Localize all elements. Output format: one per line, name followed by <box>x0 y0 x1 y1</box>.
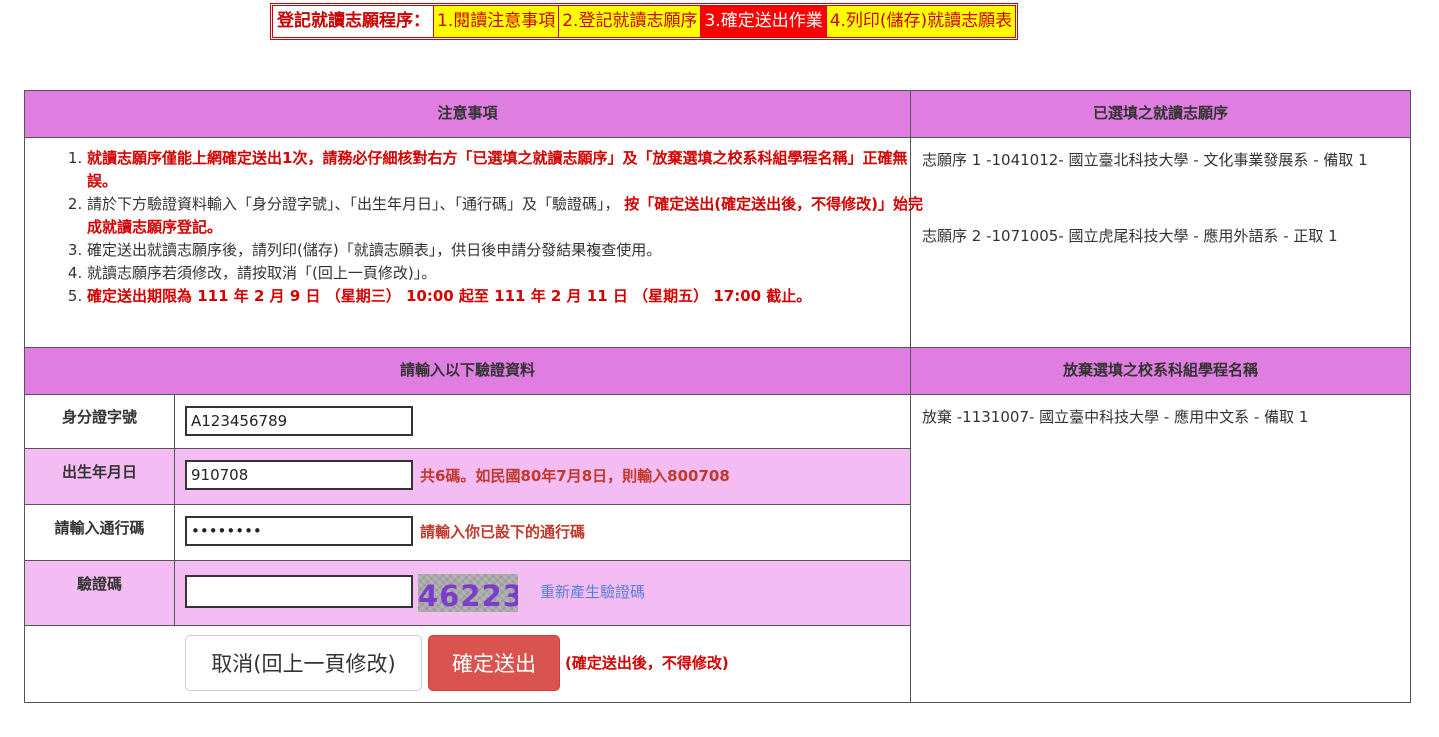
abandon-header: 放棄選填之校系科組學程名稱 <box>911 347 1410 395</box>
birth-label: 出生年月日 <box>25 449 175 504</box>
step-4-print-form: 4.列印(儲存)就讀志願表 <box>825 6 1016 37</box>
note-item: 確定送出就讀志願序後，請列印(儲存)「就讀志願表」，供日後申請分發結果複查使用。 <box>87 239 927 262</box>
confirm-submit-button[interactable]: 確定送出 <box>428 635 560 691</box>
chosen-header: 已選填之就讀志願序 <box>911 91 1410 138</box>
note-text: 就讀志願序僅能上網確定送出1次，請務必仔細核對右方「已選填之就讀志願序」及「放棄… <box>87 149 908 190</box>
abandon-item: 放棄 -1131007- 國立臺中科技大學 - 應用中文系 - 備取 1 <box>922 408 1309 426</box>
step-3-confirm-submit: 3.確定送出作業 <box>700 6 826 37</box>
cancel-button[interactable]: 取消(回上一頁修改) <box>185 635 422 691</box>
id-label: 身分證字號 <box>25 394 175 448</box>
verify-header: 請輸入以下驗證資料 <box>25 347 910 395</box>
captcha-image: 46223 <box>418 574 518 612</box>
id-number-input[interactable] <box>185 406 413 436</box>
note-item: 就讀志願序僅能上網確定送出1次，請務必仔細核對右方「已選填之就讀志願序」及「放棄… <box>87 147 927 193</box>
captcha-row: 驗證碼 46223 重新產生驗證碼 <box>25 561 910 626</box>
notes-header: 注意事項 <box>25 91 910 138</box>
confirm-warning-note: (確定送出後，不得修改) <box>565 654 729 672</box>
pass-label: 請輸入通行碼 <box>25 505 175 560</box>
note-item: 請於下方驗證資料輸入「身分證字號」、「出生年月日」、「通行碼」及「驗證碼」， 按… <box>87 193 927 239</box>
step-1-read-notes: 1.閱讀注意事項 <box>433 6 559 37</box>
regenerate-captcha-link[interactable]: 重新產生驗證碼 <box>540 581 645 602</box>
note-text: 確定送出就讀志願序後，請列印(儲存)「就讀志願表」，供日後申請分發結果複查使用。 <box>87 241 662 259</box>
id-row: 身分證字號 <box>25 394 910 449</box>
note-text-deadline: 確定送出期限為 111 年 2 月 9 日 （星期三） 10:00 起至 111… <box>87 287 812 305</box>
pass-code-input[interactable] <box>185 516 413 546</box>
note-item: 就讀志願序若須修改，請按取消「(回上一頁修改)」。 <box>87 262 927 285</box>
note-item: 確定送出期限為 111 年 2 月 9 日 （星期三） 10:00 起至 111… <box>87 285 927 308</box>
notes-list: 就讀志願序僅能上網確定送出1次，請務必仔細核對右方「已選填之就讀志願序」及「放棄… <box>65 147 927 308</box>
procedure-title: 登記就讀志願程序： <box>273 6 433 37</box>
main-table: 注意事項 已選填之就讀志願序 就讀志願序僅能上網確定送出1次，請務必仔細核對右方… <box>24 90 1411 703</box>
note-text: 請於下方驗證資料輸入「身分證字號」、「出生年月日」、「通行碼」及「驗證碼」， <box>87 195 620 213</box>
pass-hint: 請輸入你已設下的通行碼 <box>420 523 586 541</box>
chosen-item: 志願序 2 -1071005- 國立虎尾科技大學 - 應用外語系 - 正取 1 <box>922 227 1338 245</box>
captcha-input[interactable] <box>185 575 413 608</box>
procedure-steps: 登記就讀志願程序： 1.閱讀注意事項 2.登記就讀志願序 3.確定送出作業 4.… <box>270 3 1019 40</box>
chosen-item: 志願序 1 -1041012- 國立臺北科技大學 - 文化事業發展系 - 備取 … <box>922 151 1368 169</box>
captcha-label: 驗證碼 <box>25 561 175 625</box>
note-text: 就讀志願序若須修改，請按取消「(回上一頁修改)」。 <box>87 264 437 282</box>
birth-date-input[interactable] <box>185 460 413 490</box>
procedure-steps-inner: 登記就讀志願程序： 1.閱讀注意事項 2.登記就讀志願序 3.確定送出作業 4.… <box>272 5 1017 38</box>
birth-row: 出生年月日 共6碼。如民國80年7月8日，則輸入800708 <box>25 449 910 505</box>
pass-row: 請輸入通行碼 請輸入你已設下的通行碼 <box>25 505 910 561</box>
birth-hint: 共6碼。如民國80年7月8日，則輸入800708 <box>420 467 730 485</box>
step-2-register-order: 2.登記就讀志願序 <box>558 6 701 37</box>
